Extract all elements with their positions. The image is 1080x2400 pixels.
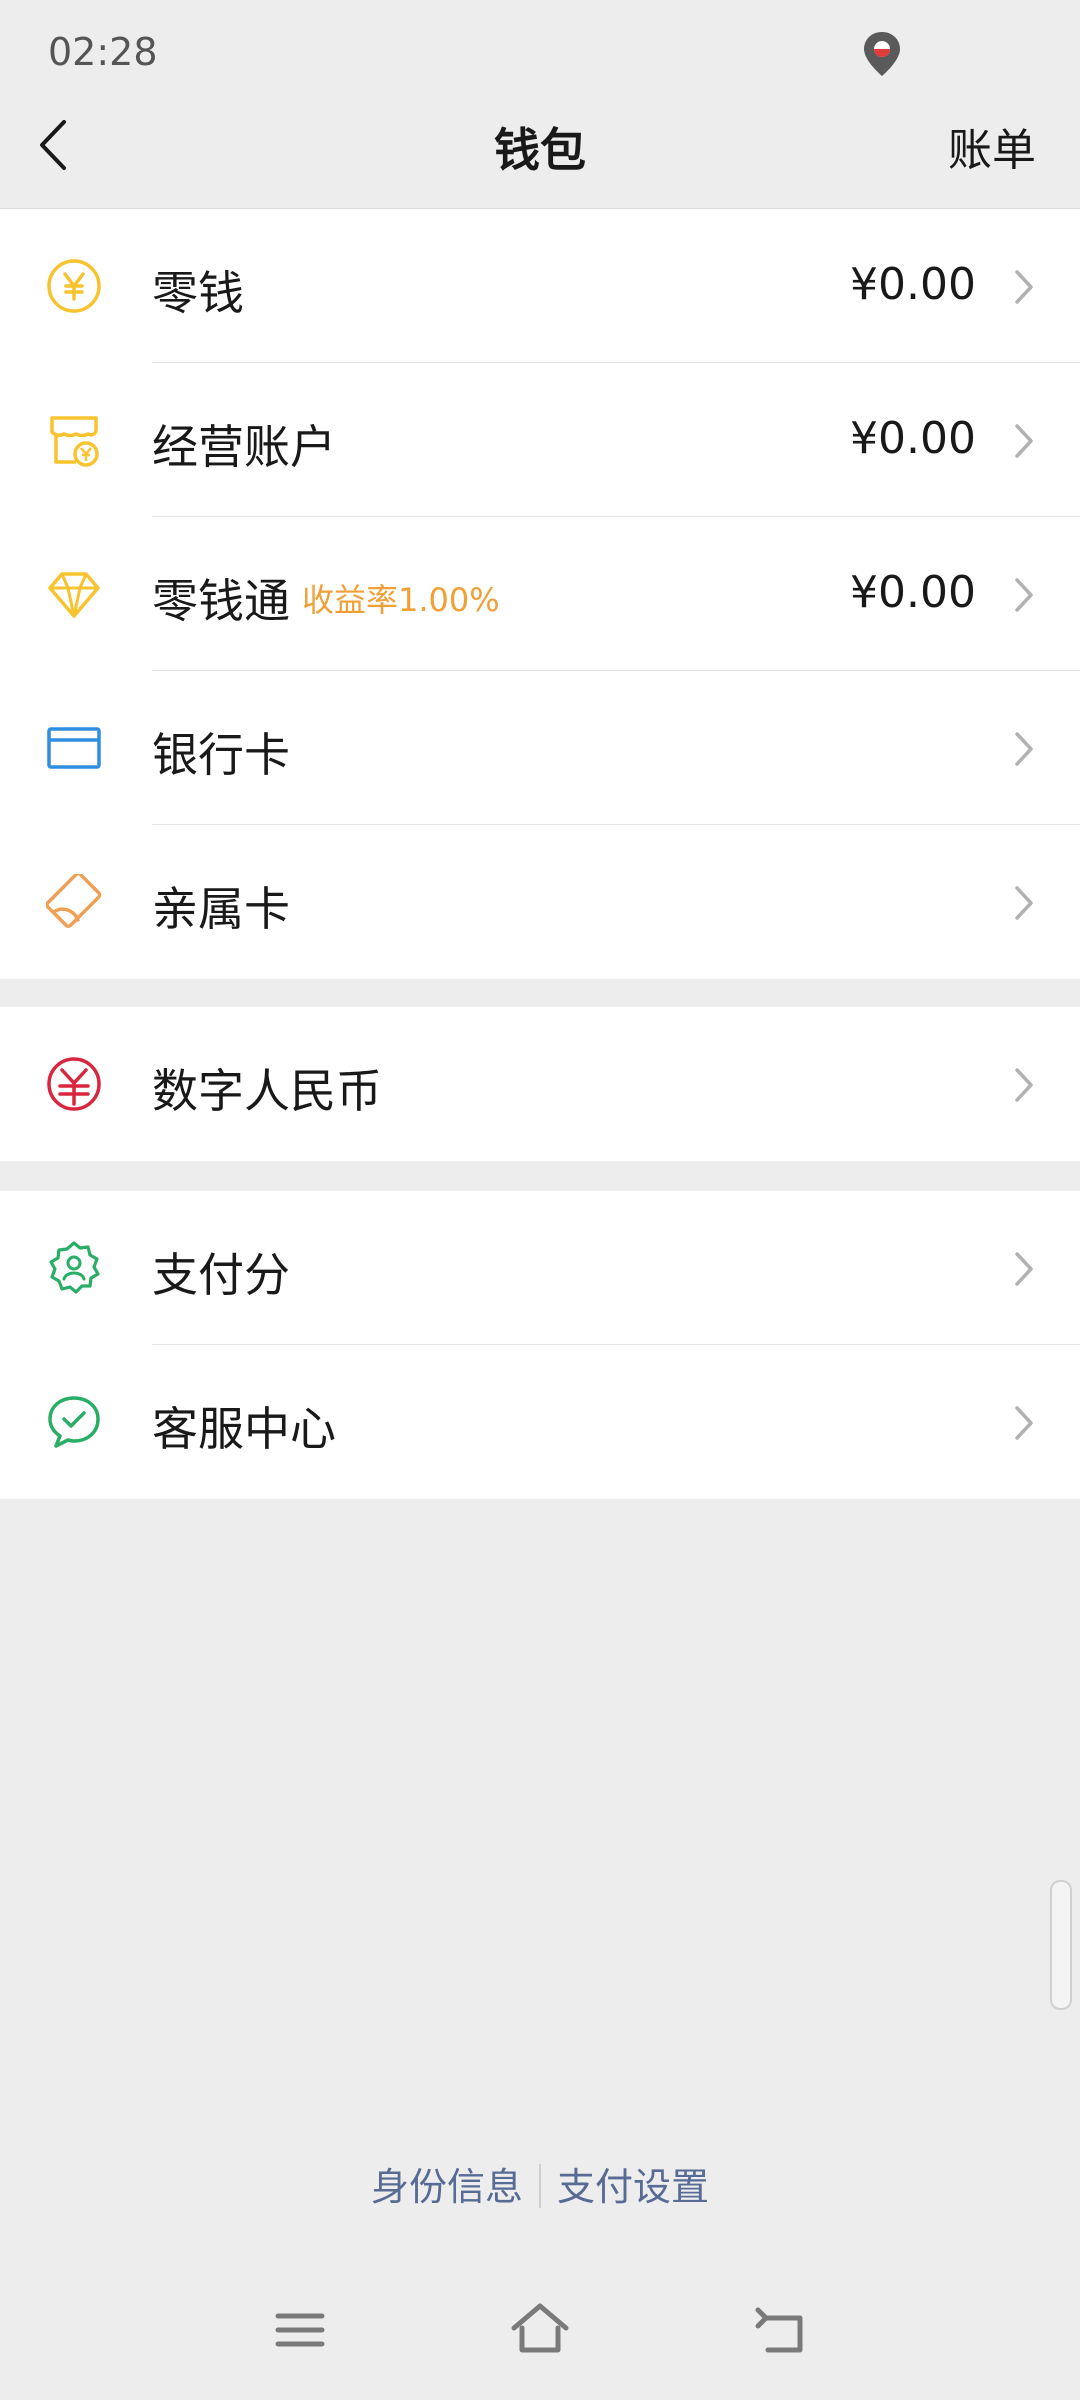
row-label: 零钱通 收益率1.00% <box>152 574 500 628</box>
footer-links: 身份信息 支付设置 <box>0 2156 1080 2211</box>
chevron-right-icon <box>1014 269 1034 305</box>
nav-bar: 钱包 账单 <box>0 92 1080 209</box>
home-icon[interactable] <box>510 2300 570 2360</box>
row-value: ¥0.00 <box>850 259 976 310</box>
service-chat-icon <box>46 1394 102 1450</box>
chevron-right-icon <box>1014 1405 1034 1441</box>
row-label: 支付分 <box>152 1248 290 1302</box>
row-change[interactable]: 零钱 ¥0.00 <box>0 209 1080 363</box>
row-label: 客服中心 <box>152 1402 336 1456</box>
row-business-account[interactable]: 经营账户 ¥0.00 <box>0 363 1080 517</box>
row-family-card[interactable]: 亲属卡 <box>0 825 1080 979</box>
row-value: ¥0.00 <box>850 413 976 464</box>
pay-settings-link[interactable]: 支付设置 <box>541 2156 725 2211</box>
chevron-right-icon <box>1014 423 1034 459</box>
row-label: 亲属卡 <box>152 882 290 936</box>
system-nav-bar <box>0 2300 1080 2370</box>
row-digital-rmb[interactable]: 数字人民币 <box>0 1007 1080 1161</box>
chevron-right-icon <box>1014 1067 1034 1103</box>
row-label: 零钱 <box>152 266 244 320</box>
identity-info-link[interactable]: 身份信息 <box>355 2156 539 2211</box>
family-card-icon <box>45 871 102 930</box>
chevron-right-icon <box>1014 731 1034 767</box>
wallet-group-digital: 数字人民币 <box>0 1007 1080 1161</box>
chevron-right-icon <box>1014 1251 1034 1287</box>
bank-card-icon <box>46 720 102 776</box>
pay-score-icon <box>46 1240 102 1296</box>
row-label: 银行卡 <box>152 728 290 782</box>
row-bank-card[interactable]: 银行卡 <box>0 671 1080 825</box>
row-value: ¥0.00 <box>850 567 976 618</box>
chevron-right-icon <box>1014 885 1034 921</box>
chevron-right-icon <box>1014 577 1034 613</box>
back-icon[interactable] <box>750 2300 810 2360</box>
status-time: 02:28 <box>48 30 158 74</box>
bill-link[interactable]: 账单 <box>948 114 1036 178</box>
location-icon <box>860 30 904 80</box>
row-label: 经营账户 <box>152 420 336 474</box>
shop-icon <box>46 412 102 468</box>
diamond-icon <box>46 566 102 622</box>
row-lingqiantong[interactable]: 零钱通 收益率1.00% ¥0.00 <box>0 517 1080 671</box>
yield-rate-tag: 收益率1.00% <box>302 581 500 619</box>
wallet-group-service: 支付分 客服中心 <box>0 1191 1080 1499</box>
yuan-coin-icon <box>46 258 102 314</box>
row-service-center[interactable]: 客服中心 <box>0 1345 1080 1499</box>
row-label: 数字人民币 <box>152 1064 382 1118</box>
wallet-group-main: 零钱 ¥0.00 经营账户 ¥0.00 零钱通收益率1.00% ¥0.00 银行… <box>0 209 1080 979</box>
row-pay-score[interactable]: 支付分 <box>0 1191 1080 1345</box>
scrollbar-thumb[interactable] <box>1050 1880 1072 2010</box>
menu-icon[interactable] <box>270 2300 330 2360</box>
page-title: 钱包 <box>494 123 586 177</box>
digital-rmb-icon <box>46 1056 102 1112</box>
